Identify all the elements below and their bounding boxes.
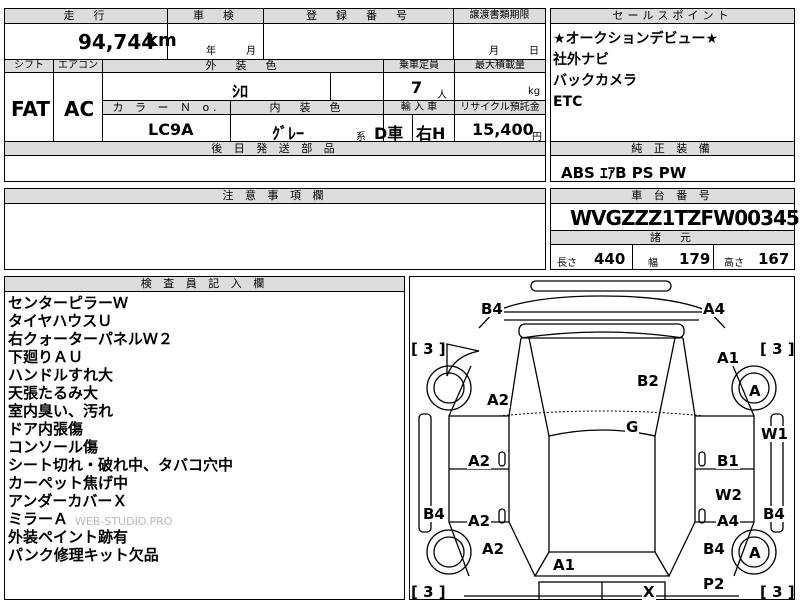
damage-code: G xyxy=(625,418,640,436)
chassis-number: WVGZZZ1TZFW003458 xyxy=(570,206,800,230)
damage-code: A xyxy=(748,382,762,400)
mileage-value: 94,744 xyxy=(78,30,156,54)
note-item: シート切れ・破れ中、タバコ穴中 xyxy=(8,456,234,474)
bracket-label: [ 3 ] xyxy=(411,340,446,358)
note-item: 右クォーターパネルＷ２ xyxy=(8,330,173,348)
mileage-header: 走 行 xyxy=(4,8,168,24)
damage-code: B4 xyxy=(480,300,504,318)
damage-code: X xyxy=(642,583,656,601)
aircon-value: AC xyxy=(64,97,95,121)
note-item: カーペット焦げ中 xyxy=(8,474,129,492)
capacity-unit: 人 xyxy=(437,90,447,101)
color-no-header: カ ラ ー Ｎ o. xyxy=(102,100,231,115)
bracket-label: [ 3 ] xyxy=(760,583,795,601)
note-item: ドア内張傷 xyxy=(8,420,84,438)
note-item: パンク修理キット欠品 xyxy=(8,546,159,564)
damage-code: A1 xyxy=(716,349,741,367)
damage-code: A2 xyxy=(467,452,492,470)
damage-code: B2 xyxy=(636,372,660,390)
genuine-equipment-header: 純 正 装 備 xyxy=(550,141,795,156)
roof-spoiler-shape xyxy=(530,280,672,292)
length-value: 440 xyxy=(594,250,626,268)
damage-code: A2 xyxy=(486,391,511,409)
specs-header: 諸 元 xyxy=(550,230,795,245)
damage-code: A4 xyxy=(716,512,741,530)
shift-header: シフト xyxy=(4,59,54,73)
capacity-value: 7 xyxy=(411,78,423,97)
damage-code: W1 xyxy=(760,425,789,443)
note-item: タイヤハウスＵ xyxy=(8,312,113,330)
inspector-notes-header: 検 査 員 記 入 欄 xyxy=(4,276,405,292)
inspection-year-unit: 年 xyxy=(206,46,216,57)
interior-color-header: 内 装 色 xyxy=(230,100,384,115)
inspection-header: 車 検 xyxy=(167,8,264,24)
color-no-value: LC9A xyxy=(148,120,194,139)
sales-point-item: 社外ナビ xyxy=(553,52,609,68)
damage-code: P2 xyxy=(702,575,726,593)
note-item: センターピラーＷ xyxy=(8,294,129,312)
sales-point-item: バックカメラ xyxy=(553,73,637,89)
note-item: アンダーカバーＸ xyxy=(8,492,128,510)
height-label: 高さ xyxy=(724,258,744,269)
transfer-month-unit: 月 xyxy=(489,46,499,57)
capacity-header: 乗車定員 xyxy=(383,59,455,73)
sales-points-header: セールスポイント xyxy=(550,8,795,24)
sales-points-list: ★オークションデビュー★ 社外ナビ バックカメラ ETC xyxy=(553,29,718,113)
exterior-color-value: ｼﾛ xyxy=(232,82,249,101)
note-item: 天張たるみ大 xyxy=(8,384,99,402)
later-parts-header: 後 日 発 送 部 品 xyxy=(4,141,546,156)
transfer-day-unit: 日 xyxy=(529,46,539,57)
note-item: 外装ペイント跡有 xyxy=(8,528,129,546)
damage-code: A2 xyxy=(467,512,492,530)
damage-code: B4 xyxy=(762,505,786,523)
damage-code: W2 xyxy=(714,486,743,504)
damage-code: B1 xyxy=(716,452,740,470)
width-value: 179 xyxy=(679,250,711,268)
recycle-header: リサイクル預託金 xyxy=(454,100,546,115)
max-load-header: 最大積載量 xyxy=(454,59,546,73)
shift-value: FAT xyxy=(11,97,50,121)
car-diagram xyxy=(418,280,784,600)
width-label: 幅 xyxy=(648,258,658,269)
watermark: WEB-STUDIO.PRO xyxy=(75,515,173,528)
sales-point-item: ETC xyxy=(553,94,583,110)
note-item: コンソール傷 xyxy=(8,438,99,456)
note-item: 室内臭い、汚れ xyxy=(8,402,114,420)
front-bumper-shape xyxy=(493,295,711,313)
exterior-color-header: 外 装 色 xyxy=(102,59,384,73)
import-header: 輸 入 車 xyxy=(383,100,455,115)
genuine-equipment-value: ABS ｴｱB PS PW xyxy=(561,164,687,182)
max-load-unit: kg xyxy=(528,86,541,97)
inspection-month-unit: 月 xyxy=(246,46,256,57)
note-item: ハンドルすれ大 xyxy=(8,366,114,384)
damage-code: A4 xyxy=(702,300,727,318)
damage-code: B4 xyxy=(702,540,726,558)
bracket-label: [ 3 ] xyxy=(760,340,795,358)
bracket-label: [ 3 ] xyxy=(411,583,446,601)
damage-code: B4 xyxy=(422,505,446,523)
damage-code: A xyxy=(748,544,762,562)
registration-header: 登 録 番 号 xyxy=(263,8,454,24)
damage-code: A1 xyxy=(552,556,577,574)
damage-code: A2 xyxy=(481,540,506,558)
transfer-deadline-header: 譲渡書類期限 xyxy=(453,8,546,24)
length-label: 長さ xyxy=(557,258,577,269)
aircon-header: エアコン xyxy=(53,59,103,73)
caution-header: 注 意 事 項 欄 xyxy=(4,188,546,204)
chassis-header: 車 台 番 号 xyxy=(550,188,795,204)
mileage-unit: km xyxy=(146,30,177,51)
sales-point-item: ★オークションデビュー★ xyxy=(553,31,719,47)
note-item: 下廻りＡＵ xyxy=(8,348,84,366)
recycle-fee-value: 15,400 xyxy=(472,120,534,139)
height-value: 167 xyxy=(758,250,790,268)
